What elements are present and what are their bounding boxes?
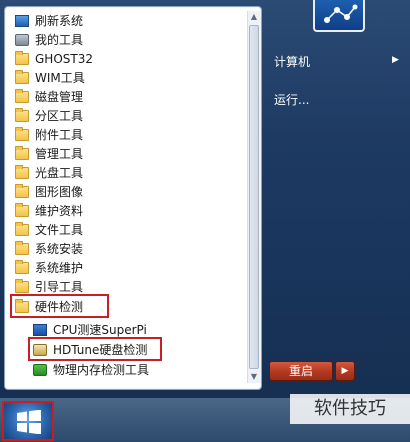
- program-label: 我的工具: [35, 33, 84, 47]
- folder-icon: [15, 183, 29, 198]
- folder-item-graphics[interactable]: 图形图像: [15, 182, 83, 201]
- folder-icon: [15, 298, 29, 313]
- computer-link[interactable]: 计算机: [274, 53, 310, 70]
- subitem-superpi[interactable]: CPU测速SuperPi: [33, 320, 147, 339]
- program-item-my-tools[interactable]: 我的工具: [15, 30, 83, 49]
- folder-item-wim-tools[interactable]: WIM工具: [15, 68, 85, 87]
- subitem-label: 物理内存检测工具: [53, 363, 150, 377]
- subitem-memory-check[interactable]: 物理内存检测工具: [33, 360, 149, 379]
- program-label: 刷新系统: [35, 14, 84, 28]
- folder-label: 管理工具: [35, 147, 84, 161]
- folder-label: 硬件检测: [35, 300, 84, 314]
- scroll-down-icon[interactable]: ▼: [248, 371, 260, 383]
- folder-icon: [15, 126, 29, 141]
- folder-label: 系统维护: [35, 261, 84, 275]
- folder-item-disc-tools[interactable]: 光盘工具: [15, 163, 83, 182]
- run-link[interactable]: 运行...: [274, 91, 309, 108]
- memory-check-icon: [33, 363, 47, 376]
- refresh-system-icon: [15, 14, 29, 27]
- folder-label: 维护资料: [35, 204, 84, 218]
- folder-label: 光盘工具: [35, 166, 84, 180]
- hdtune-icon: [33, 343, 47, 356]
- folder-label: 系统安装: [35, 242, 84, 256]
- folder-item-partition-tools[interactable]: 分区工具: [15, 106, 83, 125]
- folder-label: 附件工具: [35, 128, 84, 142]
- programs-list: 刷新系统 我的工具 GHOST32 WIM工具 磁盘管理 分区工具 附件工具 管…: [5, 7, 245, 381]
- folder-icon: [15, 164, 29, 179]
- folder-icon: [15, 202, 29, 217]
- start-menu: 刷新系统 我的工具 GHOST32 WIM工具 磁盘管理 分区工具 附件工具 管…: [0, 0, 410, 398]
- folder-item-admin-tools[interactable]: 管理工具: [15, 144, 83, 163]
- folder-item-file-tools[interactable]: 文件工具: [15, 220, 83, 239]
- chevron-right-icon: ▶: [341, 366, 349, 376]
- user-picture[interactable]: [313, 0, 365, 32]
- restart-button[interactable]: 重启: [269, 361, 333, 381]
- folder-item-system-install[interactable]: 系统安装: [15, 239, 83, 258]
- program-item-refresh-system[interactable]: 刷新系统: [15, 11, 83, 30]
- folder-label: 引导工具: [35, 280, 84, 294]
- folder-item-maintenance-docs[interactable]: 维护资料: [15, 201, 83, 220]
- windows-logo-icon: [17, 410, 41, 434]
- folder-icon: [15, 259, 29, 274]
- folder-icon: [15, 278, 29, 293]
- scroll-thumb[interactable]: [249, 25, 259, 369]
- folder-item-ghost32[interactable]: GHOST32: [15, 49, 93, 68]
- folder-label: WIM工具: [35, 71, 85, 85]
- folder-icon: [15, 69, 29, 84]
- folder-icon: [15, 145, 29, 160]
- superpi-icon: [33, 323, 47, 336]
- folder-icon: [15, 221, 29, 236]
- folder-item-boot-tools[interactable]: 引导工具: [15, 277, 83, 296]
- folder-label: 文件工具: [35, 223, 84, 237]
- subitem-label: CPU测速SuperPi: [53, 323, 147, 337]
- subitem-label: HDTune硬盘检测: [53, 343, 148, 357]
- folder-icon: [15, 88, 29, 103]
- folder-icon: [15, 50, 29, 65]
- folder-label: 图形图像: [35, 185, 84, 199]
- folder-label: GHOST32: [35, 51, 93, 66]
- folder-item-accessory-tools[interactable]: 附件工具: [15, 125, 83, 144]
- folder-icon: [15, 107, 29, 122]
- subitem-hdtune[interactable]: HDTune硬盘检测: [33, 340, 147, 359]
- scroll-up-icon[interactable]: ▲: [248, 11, 260, 23]
- folder-item-system-maintenance[interactable]: 系统维护: [15, 258, 83, 277]
- folder-label: 磁盘管理: [35, 90, 84, 104]
- user-picture-icon: [324, 4, 358, 23]
- chevron-right-icon: ▶: [392, 55, 399, 65]
- start-button[interactable]: [2, 401, 54, 441]
- folder-item-hardware-detection[interactable]: 硬件检测: [15, 297, 83, 316]
- shutdown-options-button[interactable]: ▶: [335, 361, 355, 381]
- programs-scrollbar[interactable]: ▲ ▼: [247, 11, 260, 383]
- folder-item-disk-management[interactable]: 磁盘管理: [15, 87, 83, 106]
- watermark: 软件技巧: [290, 394, 410, 424]
- folder-icon: [15, 240, 29, 255]
- tools-icon: [15, 33, 29, 46]
- folder-label: 分区工具: [35, 109, 84, 123]
- programs-panel: 刷新系统 我的工具 GHOST32 WIM工具 磁盘管理 分区工具 附件工具 管…: [4, 6, 262, 390]
